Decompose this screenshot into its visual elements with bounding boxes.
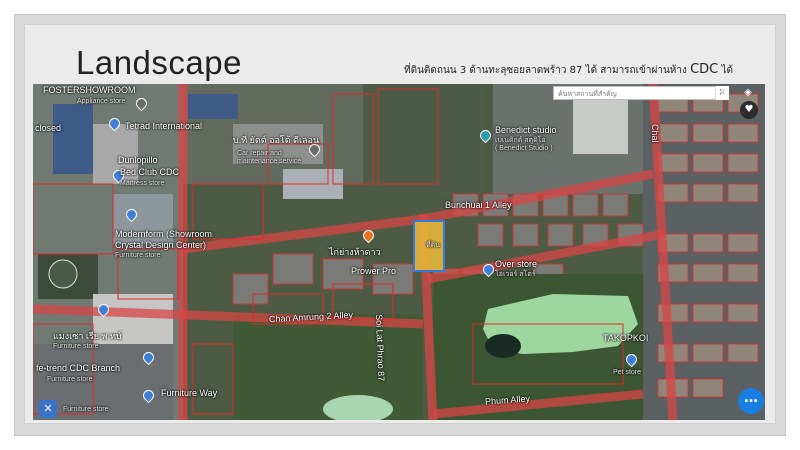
map-view[interactable]: FOSTERSHOWROOM Appliance store closed Te… — [33, 84, 765, 420]
caption-cdc: CDC — [690, 62, 719, 77]
furniture-way-label: Furniture Way — [161, 388, 218, 398]
mattress-store-label: Mattress store — [120, 180, 165, 187]
app-logo-icon[interactable]: ✕ — [39, 400, 57, 418]
dunlopillo-label: Dunlopillo — [118, 155, 158, 165]
closed-label: closed — [35, 123, 62, 133]
soi-lat-phrao-label: Soi Lat Phrao 87 — [374, 313, 387, 382]
benedict-label: Benedict studio — [495, 125, 557, 135]
over-store-label: Over store — [495, 259, 538, 269]
over-store-th-label: โอเวอร์ สโตร์ — [495, 271, 536, 278]
heart-icon[interactable]: ♥ — [740, 101, 758, 119]
crystal-label: Crystal Design Center) — [115, 240, 207, 250]
layers-icon[interactable]: ◈ — [740, 86, 756, 100]
pet-store-label: Pet store — [613, 369, 642, 376]
benedict-paren-label: ( Benedict Studio ) — [495, 145, 553, 152]
plot-th-label: ที่ดิน — [426, 242, 440, 249]
homepro-th-label: แมงเซา เรีย พ ทบ์ — [53, 331, 122, 341]
chalong-label: Chal — [650, 124, 660, 143]
caption-text: ที่ดินติดถนน 3 ด้านทะลุซอยลาดพร้าว 87 ได… — [404, 65, 687, 76]
carrepair-th-label: บ.ที่ ยัตต์ ออโต้ ดีเลอน — [233, 135, 320, 145]
appliance-store-label: Appliance store — [77, 98, 126, 105]
maintenance-label: maintenance service — [237, 158, 302, 165]
modernform-label: Modernform (Showroom — [115, 229, 213, 239]
more-options-button[interactable]: … — [738, 388, 764, 414]
bedclub-label: Bed Club CDC — [120, 167, 180, 177]
lifetrend-label: fe-trend CDC Branch — [36, 363, 121, 373]
takopkoi-label: TAKOPKOI — [603, 333, 649, 343]
benedict-th-label: เบเนดิกต์ สตูดิโอ — [495, 137, 546, 144]
fostershowroom-label: FOSTERSHOWROOM — [43, 85, 136, 95]
furniture-store-4-label: Furniture store — [63, 406, 109, 413]
restaurant-th-label: ไก่ย่างห้าดาว — [329, 247, 381, 257]
bunchuai-label: Bunchuai 1 Alley — [445, 200, 512, 210]
furniture-store-1-label: Furniture store — [115, 252, 161, 259]
slide-caption: ที่ดินติดถนน 3 ด้านทะลุซอยลาดพร้าว 87 ได… — [404, 62, 733, 78]
prower-label: Prower Pro — [351, 266, 397, 276]
carrepair-label: Car repair and — [237, 150, 282, 157]
caption-end: ได้ — [721, 65, 733, 76]
tetrad-label: Tetrad International — [125, 121, 203, 131]
home-icon[interactable]: ⌂ — [699, 86, 715, 100]
slide-title: Landscape — [76, 44, 242, 81]
furniture-store-3-label: Furniture store — [47, 376, 93, 383]
furniture-store-2-label: Furniture store — [53, 343, 99, 350]
grid-icon[interactable]: ▦ — [717, 86, 733, 100]
